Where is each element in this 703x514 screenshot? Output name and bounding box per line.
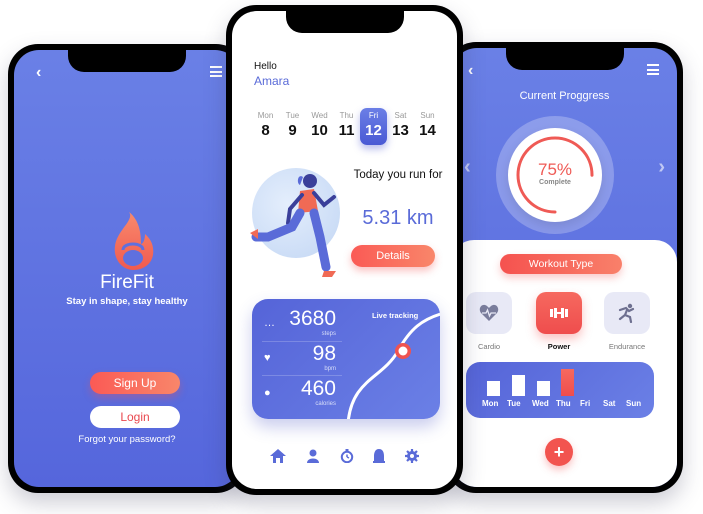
- hamburger-menu-icon[interactable]: [210, 66, 222, 80]
- week-day-selector: Mon 8 Tue 9 Wed 10 Thu 11 Fri 12 Sat 13 Sun 14: [252, 108, 441, 145]
- day-wed[interactable]: Wed 10: [306, 108, 333, 145]
- week-label-fri: Fri: [580, 399, 591, 408]
- workout-label-cardio: Cardio: [477, 342, 501, 351]
- day-date: 11: [338, 122, 355, 139]
- login-screen: ‹ FireFit Stay in shape, stay healthy Si…: [14, 50, 240, 487]
- details-button[interactable]: Details: [351, 245, 435, 267]
- next-arrow-icon[interactable]: ›: [658, 156, 665, 179]
- progress-complete-label: Complete: [539, 179, 571, 186]
- day-date: 14: [419, 122, 436, 139]
- profile-icon[interactable]: [306, 449, 320, 463]
- home-icon[interactable]: [270, 449, 286, 463]
- day-name: Sun: [420, 111, 435, 120]
- bottom-navigation: [252, 449, 437, 463]
- stopwatch-icon[interactable]: [340, 449, 354, 463]
- week-bar-wed: [537, 381, 550, 396]
- day-date: 12: [365, 122, 382, 139]
- hamburger-menu-icon[interactable]: [647, 64, 659, 78]
- day-date: 9: [288, 122, 297, 139]
- day-sat[interactable]: Sat 13: [387, 108, 414, 145]
- day-tue[interactable]: Tue 9: [279, 108, 306, 145]
- workout-type-power[interactable]: [536, 292, 582, 334]
- day-name: Wed: [311, 111, 328, 120]
- day-date: 10: [311, 122, 328, 139]
- dumbbell-icon: [550, 308, 568, 318]
- brand-name: FireFit: [100, 272, 154, 293]
- workout-type-cardio[interactable]: [466, 292, 512, 334]
- add-workout-button[interactable]: +: [545, 438, 573, 466]
- workout-label-power: Power: [547, 342, 571, 351]
- day-date: 8: [261, 122, 270, 139]
- phone-notch: [285, 11, 404, 33]
- live-tracking-path: [347, 312, 440, 419]
- week-label-thu: Thu: [556, 399, 571, 408]
- runner-illustration: [250, 174, 336, 277]
- day-fri[interactable]: Fri 12: [360, 108, 387, 145]
- tracking-card: … 3680 steps ♥ 98 bpm ● 460 calories Liv…: [252, 299, 440, 419]
- day-name: Thu: [339, 111, 354, 120]
- workout-label-endurance: Endurance: [608, 342, 646, 351]
- week-bar-thu: [561, 369, 574, 396]
- flame-kettlebell-icon: [114, 212, 154, 270]
- run-summary-text: Today you run for: [353, 169, 443, 181]
- weekly-activity-chart: Mon Tue Wed Thu Fri Sat Sun: [466, 362, 654, 418]
- running-icon: [618, 303, 635, 323]
- workout-type-button[interactable]: Workout Type: [500, 254, 622, 274]
- day-name: Sat: [394, 111, 407, 120]
- forgot-password-link[interactable]: Forgot your password?: [14, 434, 240, 445]
- day-mon[interactable]: Mon 8: [252, 108, 279, 145]
- week-label-mon: Mon: [482, 399, 499, 408]
- day-sun[interactable]: Sun 14: [414, 108, 441, 145]
- chevron-left-icon[interactable]: ‹: [468, 62, 473, 80]
- week-label-tue: Tue: [507, 399, 521, 408]
- workout-type-endurance[interactable]: [604, 292, 650, 334]
- phone-notch: [505, 48, 624, 70]
- day-date: 13: [392, 122, 409, 139]
- home-screen: Hello Amara Mon 8 Tue 9 Wed 10 Thu 11 Fri 12 Sat 13…: [232, 11, 457, 489]
- week-bar-tue: [512, 375, 525, 396]
- day-name: Fri: [368, 111, 379, 120]
- bell-icon[interactable]: [373, 449, 386, 463]
- phone-notch: [68, 50, 186, 72]
- gear-icon[interactable]: [405, 449, 419, 463]
- home-phone: Hello Amara Mon 8 Tue 9 Wed 10 Thu 11 Fri 12 Sat 13…: [226, 5, 463, 495]
- greeting: Hello: [254, 61, 277, 72]
- day-thu[interactable]: Thu 11: [333, 108, 360, 145]
- progress-screen: ‹ Current Proggress ‹ › 75% Complete Wor…: [452, 48, 677, 487]
- progress-phone: ‹ Current Proggress ‹ › 75% Complete Wor…: [446, 42, 683, 493]
- signup-button[interactable]: Sign Up: [90, 372, 180, 394]
- user-name: Amara: [254, 74, 290, 88]
- week-bar-mon: [487, 381, 500, 396]
- day-name: Mon: [257, 111, 274, 120]
- tagline: Stay in shape, stay healthy: [66, 296, 188, 307]
- prev-arrow-icon[interactable]: ‹: [464, 156, 471, 179]
- progress-title: Current Proggress: [519, 90, 610, 102]
- week-label-sat: Sat: [603, 399, 616, 408]
- login-button[interactable]: Login: [90, 406, 180, 428]
- day-name: Tue: [285, 111, 300, 120]
- workout-panel: Workout Type Cardio Power Endurance Mon T…: [452, 240, 677, 487]
- login-phone: ‹ FireFit Stay in shape, stay healthy Si…: [8, 44, 246, 493]
- chevron-left-icon[interactable]: ‹: [36, 64, 41, 82]
- week-label-sun: Sun: [626, 399, 642, 408]
- week-label-wed: Wed: [532, 399, 549, 408]
- progress-percent: 75%: [537, 160, 573, 179]
- run-distance: 5.31 km: [362, 207, 434, 229]
- heart-pulse-icon: [479, 304, 499, 321]
